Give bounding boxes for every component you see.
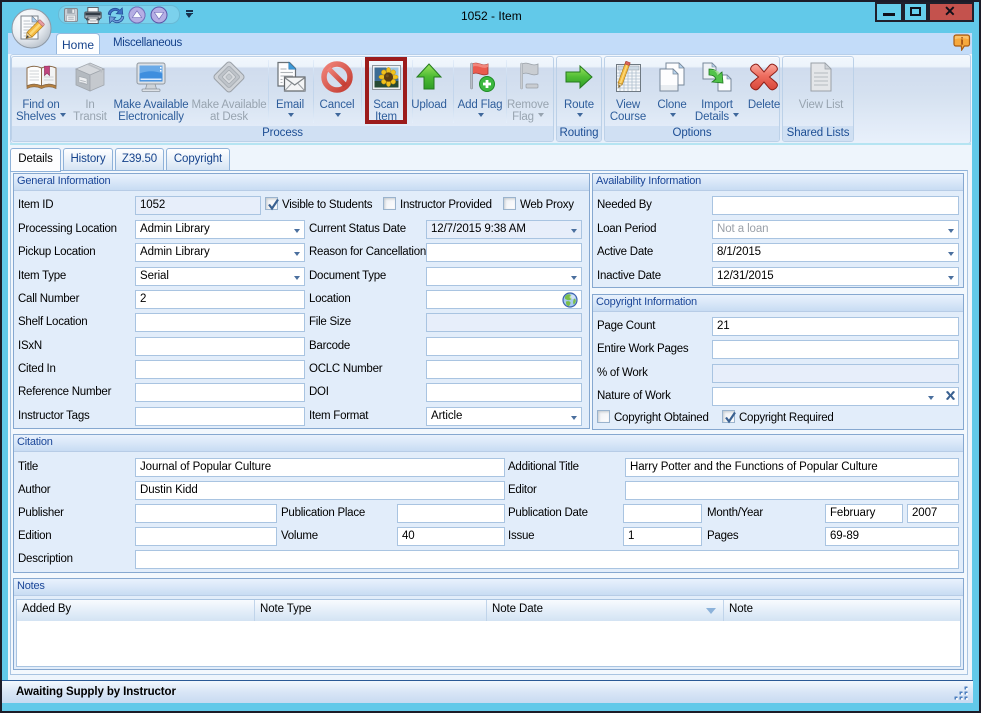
svg-text:i: i	[961, 37, 964, 48]
